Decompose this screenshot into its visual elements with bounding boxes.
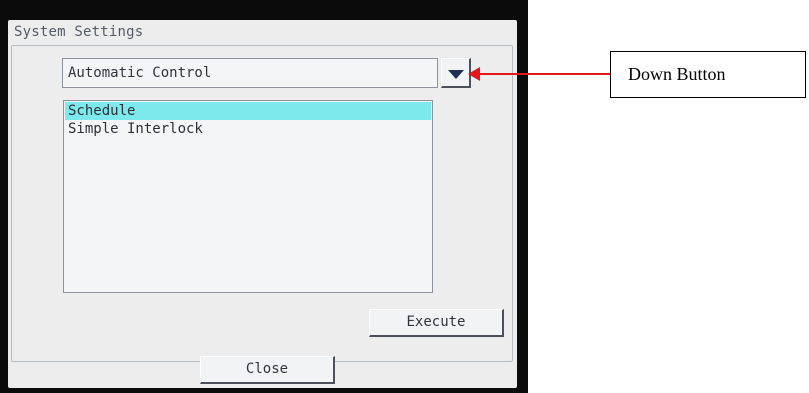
control-type-dropdown[interactable]: Automatic Control <box>62 58 438 88</box>
execute-button[interactable]: Execute <box>369 309 504 337</box>
settings-panel: System Settings Automatic Control Schedu… <box>8 20 517 388</box>
device-bezel: System Settings Automatic Control Schedu… <box>0 0 528 393</box>
close-button[interactable]: Close <box>200 356 335 384</box>
options-listbox[interactable]: Schedule Simple Interlock <box>63 100 433 293</box>
list-item-simple-interlock[interactable]: Simple Interlock <box>65 120 431 138</box>
callout-arrow-line <box>478 73 610 75</box>
dropdown-down-button[interactable] <box>441 58 471 88</box>
callout-arrow-head <box>468 67 480 81</box>
window-title: System Settings <box>14 24 144 40</box>
list-item-schedule[interactable]: Schedule <box>65 102 431 120</box>
dropdown-selected-value: Automatic Control <box>68 65 212 81</box>
chevron-down-icon <box>448 70 464 79</box>
callout-box: Down Button <box>610 51 806 98</box>
callout-label: Down Button <box>628 64 726 84</box>
